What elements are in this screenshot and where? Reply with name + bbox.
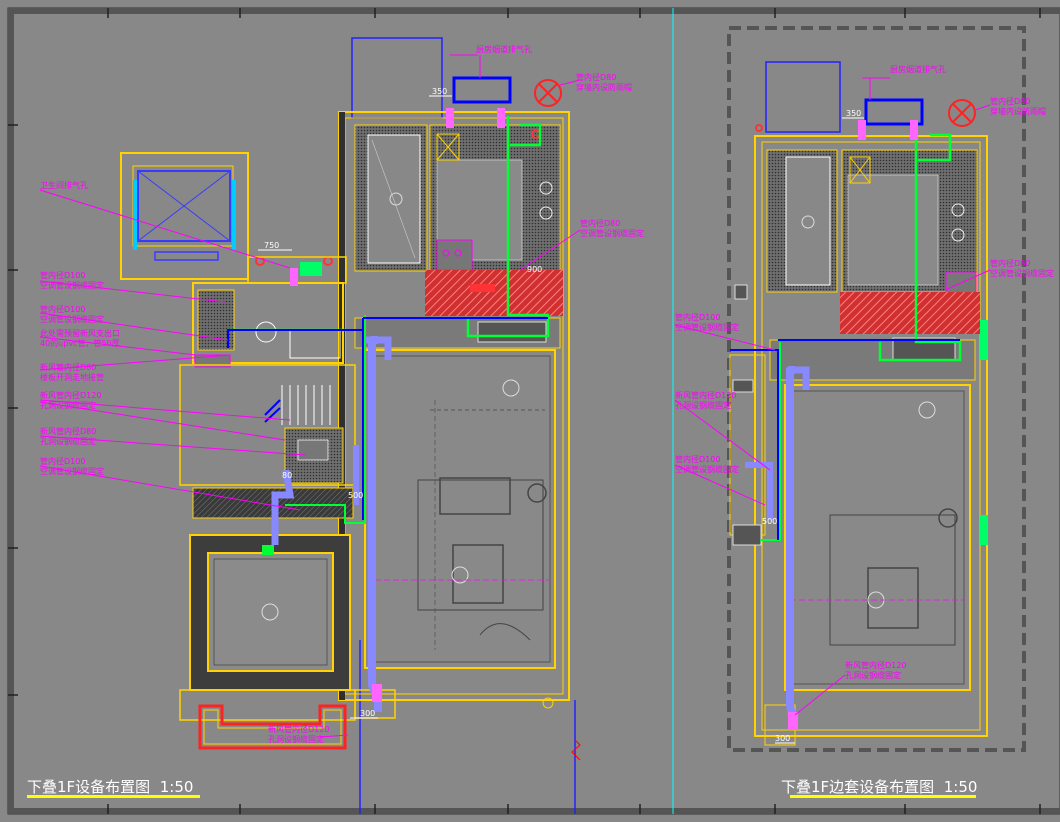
dim-l-350: 350 xyxy=(432,87,447,96)
note-l10: 孔洞设钢缆固定 xyxy=(40,400,96,410)
note-l7: 新风管内径D80 xyxy=(40,362,96,372)
note-l18: 管内径D80 xyxy=(576,72,616,82)
left-title-underline xyxy=(27,795,200,798)
right-floor-plan xyxy=(674,26,1026,752)
note-l3: 管内径D100 xyxy=(40,304,85,314)
dim-l-900: 900 xyxy=(527,265,542,274)
note-l11: 新风管内径D80 xyxy=(40,426,96,436)
dim-r-300: 300 xyxy=(775,734,790,743)
cad-drawing: 卫生间排气孔 管内径D100 空调管设钢缆固定 管内径D100 空调管设钢缆固定… xyxy=(7,7,1060,815)
note-l19: 穿墙内设防雨帽 xyxy=(576,82,632,92)
note-l1: 管内径D100 xyxy=(40,270,85,280)
note-r5: 管内径D100 xyxy=(675,312,720,322)
note-l15: 新风管内径D120 xyxy=(268,724,329,734)
note-r8: 孔洞设钢缆固定 xyxy=(675,400,731,410)
note-l14: 空调管设钢缆固定 xyxy=(40,466,104,476)
note-r6: 空调管设钢缆固定 xyxy=(675,322,739,332)
right-title-underline xyxy=(790,795,976,798)
note-l0: 卫生间排气孔 xyxy=(40,180,88,190)
note-r10: 空调管设钢缆固定 xyxy=(675,464,739,474)
right-plan-title: 下叠1F边套设备布置图 1:50 xyxy=(781,776,977,797)
left-plan-scale: 1:50 xyxy=(159,778,194,796)
dim-r-350: 350 xyxy=(846,109,861,118)
note-l4: 空调管设钢缆固定 xyxy=(40,314,104,324)
right-plan-scale: 1:50 xyxy=(943,778,978,796)
note-r9: 管内径D100 xyxy=(675,454,720,464)
dim-l-750: 750 xyxy=(264,241,279,250)
dim-r-500: 500 xyxy=(762,517,777,526)
left-floor-plan xyxy=(39,37,581,814)
note-r1: 管内径D80 xyxy=(990,96,1030,106)
note-r4: 空调管设钢缆固定 xyxy=(990,268,1054,278)
note-r11: 新风管内径D120 xyxy=(845,660,906,670)
note-r7: 新风管内径D120 xyxy=(675,390,736,400)
note-l21: 空调管设钢缆固定 xyxy=(580,228,644,238)
dim-l-80: 80 xyxy=(282,471,292,480)
note-r3: 管内径D80 xyxy=(990,258,1030,268)
note-l13: 管内径D100 xyxy=(40,456,85,466)
note-r12: 孔洞设钢缆固定 xyxy=(845,670,901,680)
note-l17: 厨房烟道排气孔 xyxy=(476,44,532,54)
note-l8: 楼板开洞走地接管 xyxy=(40,372,104,382)
note-l20: 管内径D80 xyxy=(580,218,620,228)
dim-l-300: 300 xyxy=(360,709,375,718)
note-l5: 此处需预留新风支出口 xyxy=(40,328,120,338)
note-r0: 厨房烟道排气孔 xyxy=(890,64,946,74)
right-plan-title-text: 下叠1F边套设备布置图 xyxy=(781,778,935,796)
dim-l-500: 500 xyxy=(348,491,363,500)
note-l6: 40的upvc管，管50厚 xyxy=(40,338,120,348)
note-l9: 新风管内径D120 xyxy=(40,390,101,400)
note-l16: 孔洞设钢缆固定 xyxy=(268,734,324,744)
left-plan-title: 下叠1F设备布置图 1:50 xyxy=(27,776,193,797)
left-plan-title-text: 下叠1F设备布置图 xyxy=(27,778,151,796)
note-l2: 空调管设钢缆固定 xyxy=(40,280,104,290)
note-r2: 穿墙内设防雨帽 xyxy=(990,106,1046,116)
note-l12: 孔洞设钢缆固定 xyxy=(40,436,96,446)
